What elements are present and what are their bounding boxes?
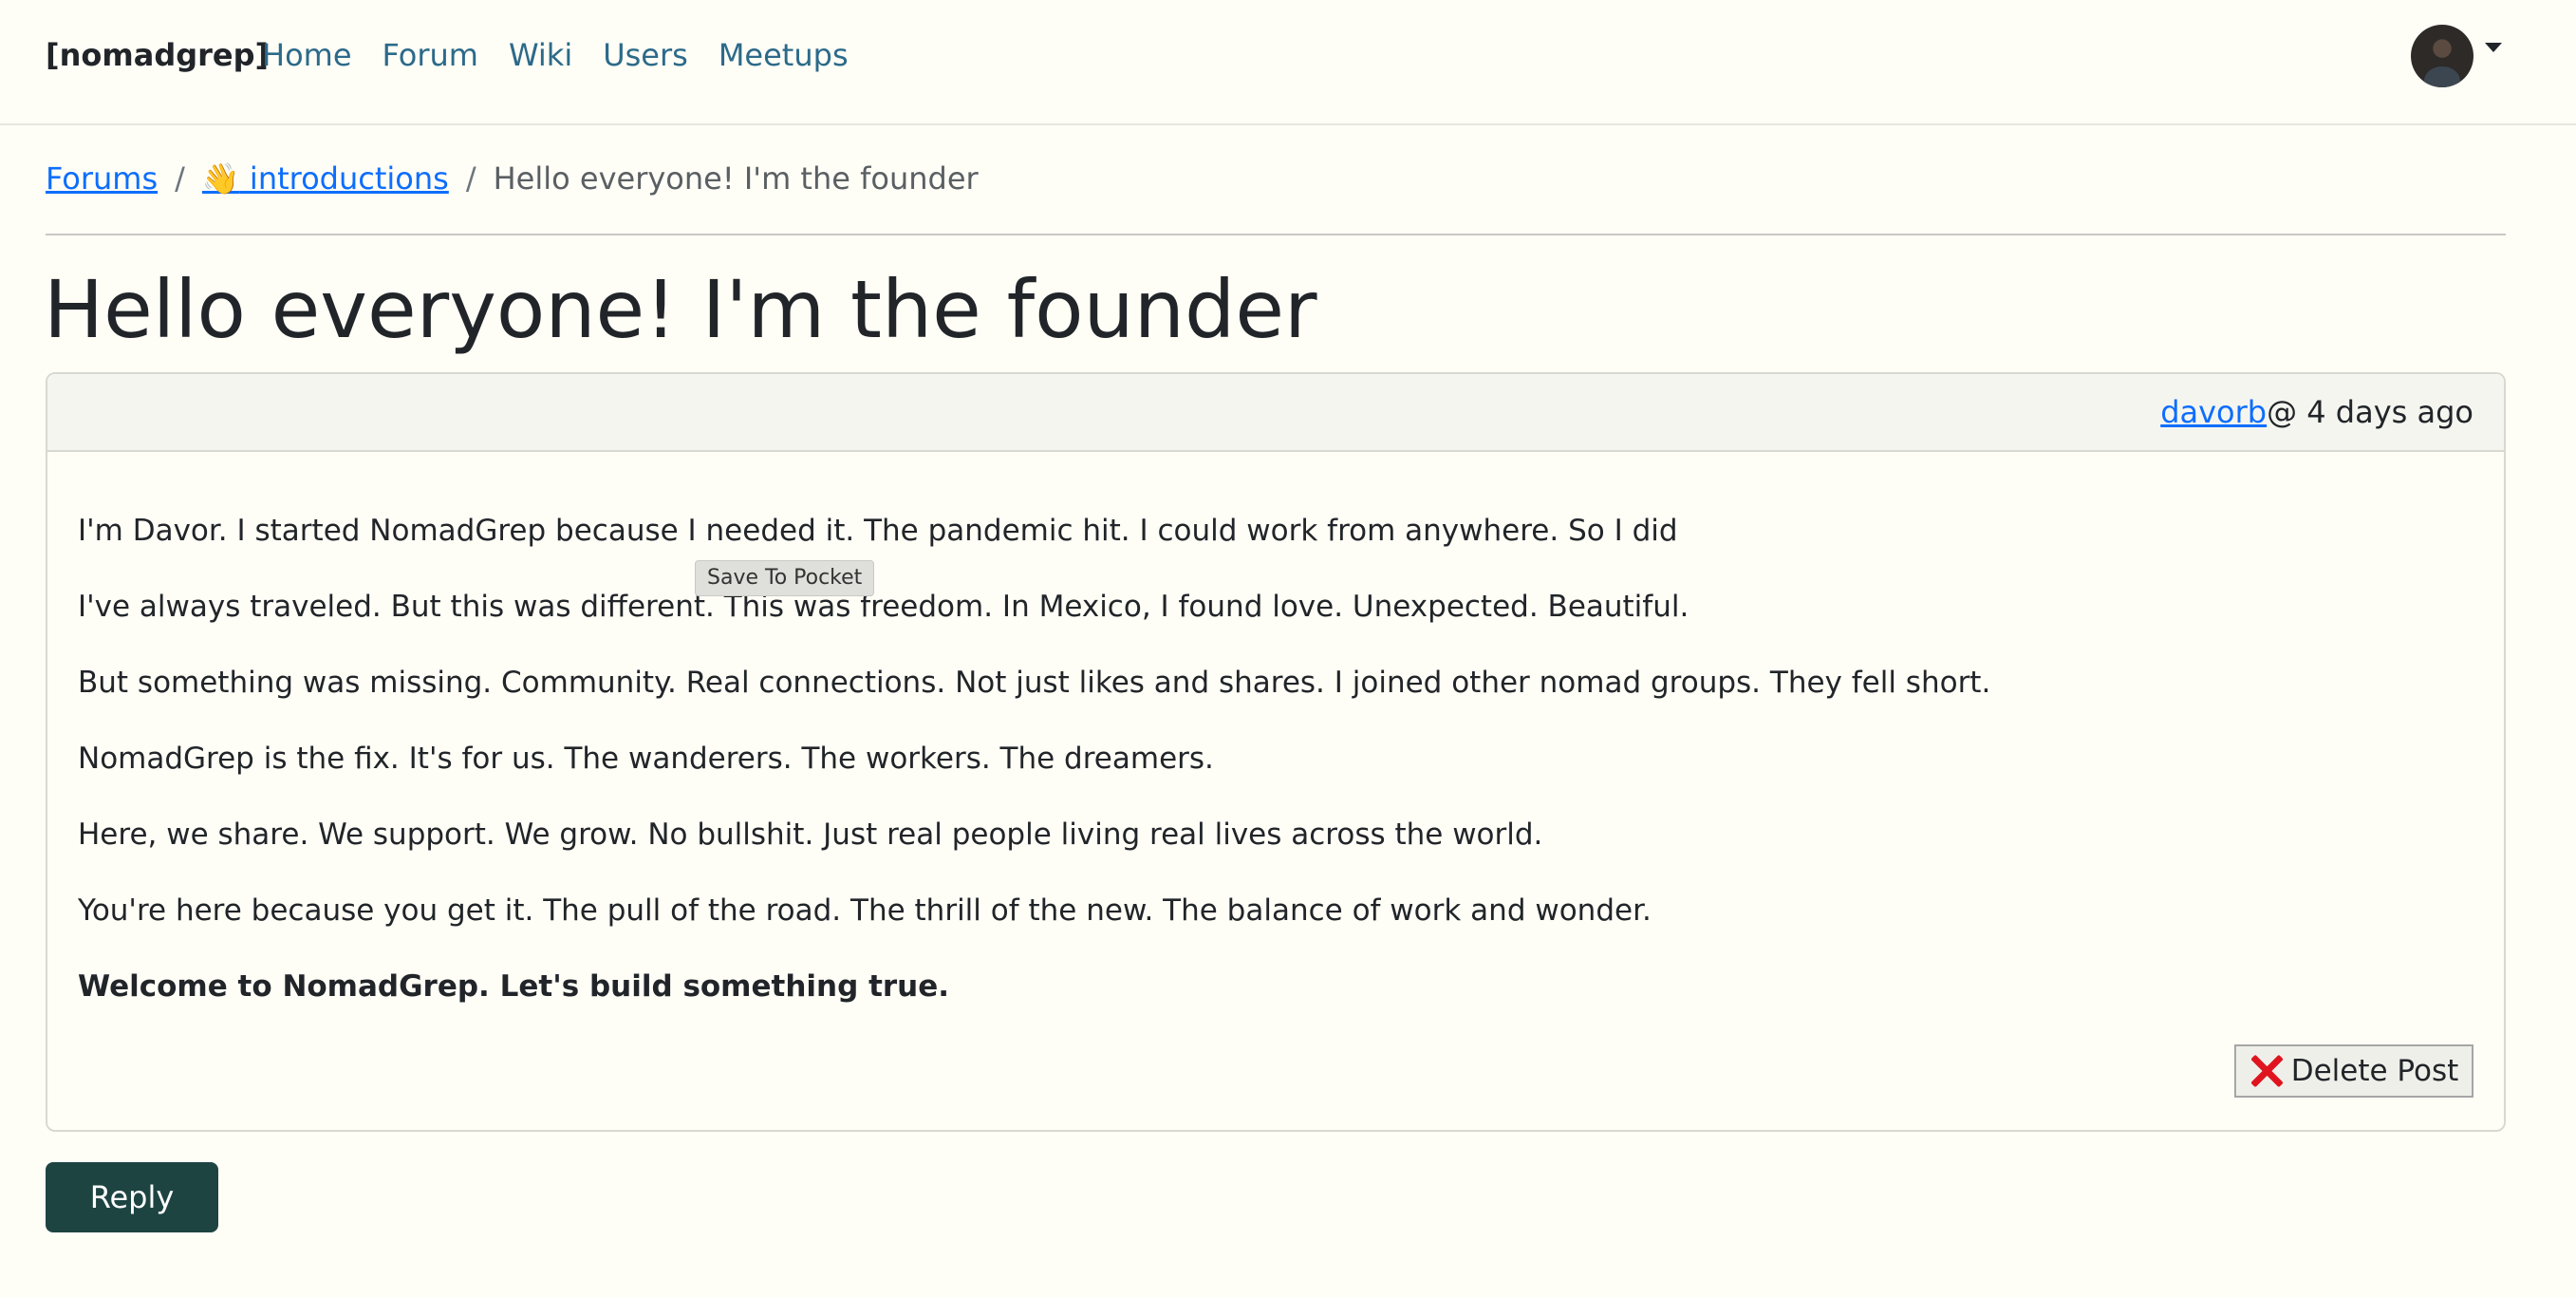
post-paragraph: I'm Davor. I started NomadGrep because I… <box>78 514 1678 548</box>
nav-link-forum[interactable]: Forum <box>383 34 478 76</box>
nav-link-wiki[interactable]: Wiki <box>509 34 572 76</box>
nav-link-meetups[interactable]: Meetups <box>719 34 849 76</box>
user-menu-toggle[interactable] <box>2411 25 2502 87</box>
post-paragraph: I've always traveled. But this was diffe… <box>78 590 1689 624</box>
post-paragraph: Here, we share. We support. We grow. No … <box>78 818 1543 852</box>
nav-link-users[interactable]: Users <box>603 34 688 76</box>
avatar[interactable] <box>2411 25 2473 87</box>
waving-hand-icon: 👋 <box>201 160 240 197</box>
divider <box>46 234 2506 235</box>
post-card: davorb @ 4 days ago Save To Pocket I'm D… <box>46 372 2506 1132</box>
breadcrumb-current: Hello everyone! I'm the founder <box>493 160 979 197</box>
site-brand[interactable]: [nomadgrep] <box>46 34 269 76</box>
breadcrumb-separator: / <box>175 160 185 197</box>
post-paragraph: You're here because you get it. The pull… <box>78 893 1652 928</box>
post-timestamp: @ 4 days ago <box>2267 394 2473 430</box>
delete-post-button[interactable]: Delete Post <box>2234 1044 2473 1098</box>
breadcrumb-forums-link[interactable]: Forums <box>46 158 158 199</box>
reply-button[interactable]: Reply <box>46 1162 218 1232</box>
page-title: Hello everyone! I'm the founder <box>44 263 1317 356</box>
main-nav: Home Forum Wiki Users Meetups <box>262 34 849 76</box>
breadcrumb-category-label: introductions <box>239 160 449 197</box>
close-icon <box>2249 1054 2284 1088</box>
chevron-down-icon[interactable] <box>2485 43 2502 52</box>
author-link[interactable]: davorb <box>2160 394 2267 430</box>
post-meta: davorb @ 4 days ago <box>47 374 2504 452</box>
delete-post-label: Delete Post <box>2290 1054 2459 1088</box>
breadcrumb-introductions-link[interactable]: 👋 introductions <box>202 158 449 199</box>
save-to-pocket-tooltip[interactable]: Save To Pocket <box>695 560 875 596</box>
post-paragraph-bold: Welcome to NomadGrep. Let's build someth… <box>78 969 950 1004</box>
breadcrumb-separator: / <box>465 160 476 197</box>
nav-link-home[interactable]: Home <box>262 34 352 76</box>
post-paragraph: NomadGrep is the fix. It's for us. The w… <box>78 742 1214 776</box>
top-navbar: [nomadgrep] Home Forum Wiki Users Meetup… <box>0 0 2576 125</box>
breadcrumb: Forums / 👋 introductions / Hello everyon… <box>46 158 979 199</box>
post-body: Save To Pocket I'm Davor. I started Noma… <box>47 452 2504 1006</box>
post-paragraph: But something was missing. Community. Re… <box>78 666 1991 700</box>
